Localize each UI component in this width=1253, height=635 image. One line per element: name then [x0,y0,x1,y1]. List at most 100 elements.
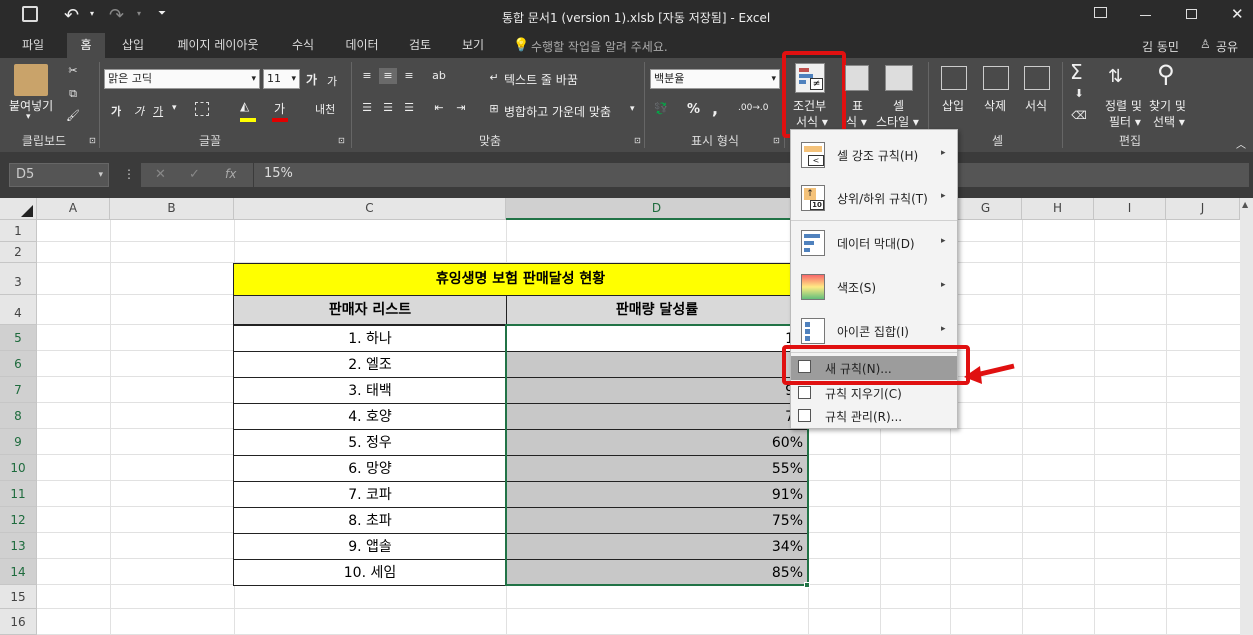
clear-icon[interactable]: ⌫ [1070,108,1088,124]
font-launcher-icon[interactable]: ⊡ [338,136,345,145]
tab-file[interactable]: 파일 [12,33,54,58]
tab-data[interactable]: 데이터 [336,33,388,58]
header-seller-list[interactable]: 판매자 리스트 [233,295,507,325]
seller-name-cell[interactable]: 9. 앱솔 [233,533,507,560]
cancel-icon[interactable]: ✕ [155,167,166,182]
seller-name-cell[interactable]: 4. 호양 [233,403,507,430]
row-header[interactable]: 4 [0,295,37,325]
underline-button[interactable]: 가 [153,103,163,119]
decrease-indent-icon[interactable]: ⇤ [430,100,448,116]
share-icon[interactable]: ♙ [1200,37,1211,51]
row-header[interactable]: 9 [0,429,37,455]
fill-color-icon[interactable]: ◭ [240,99,249,113]
column-header-c[interactable]: C [234,198,506,220]
scroll-up-icon[interactable]: ▲ [1242,200,1248,209]
sort-filter-icon[interactable]: ⇅ [1108,66,1123,87]
seller-name-cell[interactable]: 6. 망양 [233,455,507,482]
table-title[interactable]: 휴잉생명 보험 판매달성 현황 [233,263,808,296]
redo-icon[interactable]: ↷ [109,5,124,26]
format-cells-button[interactable]: 서식 [1025,97,1047,114]
delete-cells-button[interactable]: 삭제 [984,97,1006,114]
column-header-i[interactable]: I [1094,198,1166,220]
redo-dropdown-icon[interactable]: ▾ [137,9,141,18]
header-sales-rate[interactable]: 판매량 달성률 [506,295,808,325]
insert-function-icon[interactable]: fx [225,167,236,181]
row-header[interactable]: 5 [0,325,37,351]
row-header[interactable]: 8 [0,403,37,429]
row-header[interactable]: 3 [0,263,37,295]
wrap-text-icon[interactable]: ↵ [485,70,503,86]
font-name-select[interactable]: 맑은 고딕 ▾ [104,69,260,89]
row-header[interactable]: 11 [0,481,37,507]
seller-name-cell[interactable]: 5. 정우 [233,429,507,456]
underline-dropdown-icon[interactable]: ▾ [172,103,177,113]
seller-name-cell[interactable]: 8. 초파 [233,507,507,534]
menu-item-color-scales[interactable]: 색조(S) ▸ [791,267,957,307]
fill-handle[interactable] [804,582,810,588]
format-cells-icon[interactable] [1024,66,1050,90]
accounting-format-icon[interactable]: 💱 [652,101,670,117]
tab-page-layout[interactable]: 페이지 레이아웃 [165,33,271,58]
tab-formulas[interactable]: 수식 [283,33,323,58]
increase-decimal-icon[interactable]: .00→.0 [738,103,768,113]
paste-button[interactable]: 붙여넣기 [9,97,53,114]
align-left-icon[interactable]: ☰ [358,100,376,116]
tab-view[interactable]: 보기 [453,33,493,58]
customize-qat-icon[interactable]: ⏷ [158,8,166,19]
format-as-table-label-2[interactable]: 식 ▾ [846,113,867,130]
cell-styles-icon[interactable] [885,65,913,91]
decrease-font-icon[interactable]: 가 [327,73,337,89]
column-header-h[interactable]: H [1022,198,1094,220]
maximize-icon[interactable] [1186,9,1197,19]
row-header[interactable]: 2 [0,242,37,263]
phonetic-icon[interactable]: 내천 [315,101,335,117]
close-icon[interactable]: ✕ [1231,5,1244,23]
merge-center-button[interactable]: 병합하고 가운데 맞춤 [504,103,611,120]
undo-dropdown-icon[interactable]: ▾ [90,9,94,18]
menu-item-highlight-rules[interactable]: < 셀 강조 규칙(H) ▸ [791,135,957,175]
merge-dropdown-icon[interactable]: ▾ [630,104,635,114]
row-header[interactable]: 13 [0,533,37,559]
number-launcher-icon[interactable]: ⊡ [773,136,780,145]
row-header[interactable]: 7 [0,377,37,403]
menu-item-manage-rules[interactable]: 규칙 관리(R)... [791,404,957,428]
italic-button[interactable]: 가 [134,103,144,119]
sort-filter-label-1[interactable]: 정렬 및 [1105,97,1142,114]
column-header-a[interactable]: A [37,198,110,220]
formula-input[interactable]: 15% [254,163,1249,187]
share-button[interactable]: 공유 [1216,38,1238,55]
cut-icon[interactable]: ✂ [64,63,82,79]
menu-item-top-bottom-rules[interactable]: ↑ 10 상위/하위 규칙(T) ▸ [791,178,957,218]
formula-options-icon[interactable]: ⋮ [123,167,135,181]
name-box[interactable]: D5 ▾ [9,163,109,187]
tab-home[interactable]: 홈 [67,33,105,58]
save-icon[interactable] [22,6,38,22]
collapse-ribbon-icon[interactable]: ︿ [1236,136,1246,151]
column-header-j[interactable]: J [1166,198,1240,220]
align-center-icon[interactable]: ☰ [379,100,397,116]
ribbon-display-icon[interactable] [1094,7,1107,18]
menu-item-clear-rules[interactable]: 규칙 지우기(C) [791,382,957,404]
user-name[interactable]: 김 동민 [1142,38,1179,55]
increase-font-icon[interactable]: 가 [306,71,317,88]
row-header[interactable]: 12 [0,507,37,533]
worksheet-grid[interactable]: A B C D E F G H I J 12345678910111213141… [0,198,1240,635]
increase-indent-icon[interactable]: ⇥ [452,100,470,116]
merge-center-icon[interactable]: ⊞ [485,101,503,117]
tab-insert[interactable]: 삽입 [113,33,153,58]
bold-button[interactable]: 가 [111,103,121,119]
column-header-g[interactable]: G [950,198,1022,220]
row-header[interactable]: 10 [0,455,37,481]
row-header[interactable]: 15 [0,585,37,609]
comma-style-button[interactable]: , [712,99,718,118]
find-select-label-2[interactable]: 선택 ▾ [1153,113,1185,130]
orientation-icon[interactable]: ab [430,68,448,84]
clipboard-launcher-icon[interactable]: ⊡ [89,136,96,145]
column-header-d[interactable]: D [506,198,808,220]
enter-icon[interactable]: ✓ [189,167,200,182]
tell-me-input[interactable]: 수행할 작업을 알려 주세요. [531,38,668,55]
align-middle-icon[interactable]: ≡ [379,68,397,84]
font-color-icon[interactable]: 가 [274,100,285,117]
seller-name-cell[interactable]: 1. 하나 [233,325,507,352]
autosum-icon[interactable]: Σ [1070,60,1083,84]
